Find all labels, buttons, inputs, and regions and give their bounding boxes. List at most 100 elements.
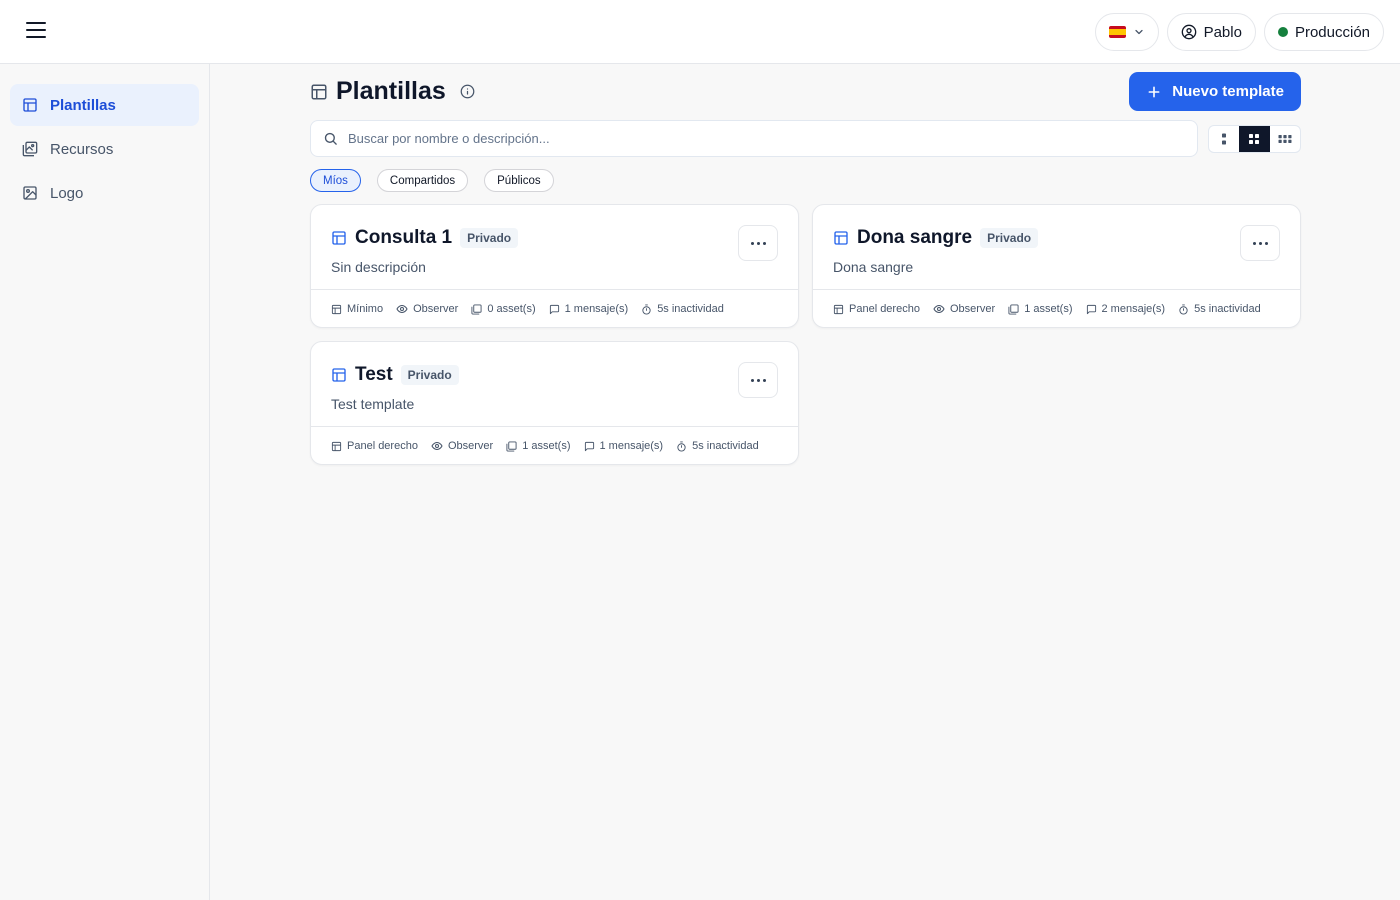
card-meta: Panel derecho Observer 1 asset(s) 2 mens… [813, 289, 1300, 328]
new-template-button[interactable]: Nuevo template [1129, 72, 1301, 111]
meta-layout: Panel derecho [833, 303, 920, 315]
meta-layout-text: Panel derecho [849, 303, 920, 315]
timer-icon [1179, 303, 1188, 315]
images-icon [506, 440, 517, 452]
images-icon [22, 141, 38, 157]
card-header: Consulta 1 Privado [331, 227, 519, 249]
new-template-label: Nuevo template [1172, 83, 1284, 100]
view-grid-3-button[interactable] [1270, 126, 1300, 152]
template-icon [23, 98, 37, 112]
main-content: Plantillas Nuevo template Míos Compartid [310, 64, 1301, 474]
sidebar-item-logo[interactable]: Logo [10, 172, 199, 214]
search-box [310, 120, 1198, 157]
filter-compartidos[interactable]: Compartidos [376, 169, 469, 192]
message-icon [1086, 304, 1096, 314]
plus-icon [1148, 86, 1160, 97]
page-header: Plantillas Nuevo template [310, 64, 1301, 120]
meta-messages: 1 mensaje(s) [549, 303, 629, 315]
eye-icon [431, 441, 443, 451]
search-row [310, 120, 1301, 158]
list-view-icon [1222, 133, 1227, 145]
card-more-button[interactable] [738, 225, 778, 261]
card-more-button[interactable] [1240, 225, 1280, 261]
meta-inactivity: 5s inactividad [641, 303, 724, 315]
meta-messages-text: 2 mensaje(s) [1101, 303, 1166, 315]
language-selector[interactable] [1094, 13, 1159, 51]
card-title: Test [355, 364, 393, 385]
meta-inactivity-text: 5s inactividad [692, 440, 759, 452]
sidebar-item-recursos[interactable]: Recursos [10, 128, 199, 170]
info-icon[interactable] [460, 84, 475, 99]
sidebar-item-label: Plantillas [50, 96, 116, 114]
meta-messages-text: 1 mensaje(s) [599, 440, 664, 452]
view-list-button[interactable] [1209, 126, 1239, 152]
template-card[interactable]: Dona sangre Privado Dona sangre Panel de… [812, 204, 1301, 328]
images-icon [471, 303, 482, 315]
meta-assets: 1 asset(s) [1008, 303, 1073, 315]
timer-icon [642, 303, 651, 315]
user-name: Pablo [1203, 23, 1242, 41]
template-card[interactable]: Consulta 1 Privado Sin descripción Mínim… [310, 204, 799, 328]
page-title-text: Plantillas [336, 77, 446, 105]
view-mode-toggle [1208, 125, 1301, 153]
meta-assets-text: 0 asset(s) [487, 303, 536, 315]
visibility-badge: Privado [980, 228, 1039, 248]
chevron-down-icon [1134, 29, 1143, 35]
spain-flag-icon [1108, 26, 1126, 38]
filter-chips: Míos Compartidos Públicos [310, 169, 1301, 192]
grid-3-view-icon [1278, 135, 1292, 143]
card-meta: Panel derecho Observer 1 asset(s) 1 mens… [311, 426, 798, 465]
filter-publicos[interactable]: Públicos [484, 169, 554, 192]
meta-inactivity-text: 5s inactividad [657, 303, 724, 315]
top-bar: Pablo Producción [0, 0, 1400, 64]
template-icon [834, 231, 848, 245]
sidebar-item-label: Recursos [50, 140, 114, 158]
meta-mode: Observer [431, 440, 493, 452]
card-header: Test Privado [331, 364, 459, 386]
templates-grid: Consulta 1 Privado Sin descripción Mínim… [310, 204, 1301, 474]
environment-label: Producción [1294, 23, 1370, 41]
environment-status-dot [1277, 27, 1288, 37]
template-icon [332, 231, 346, 245]
message-icon [549, 304, 559, 314]
card-meta: Mínimo Observer 0 asset(s) 1 mensaje(s) … [311, 289, 798, 328]
visibility-badge: Privado [460, 228, 519, 248]
card-title: Consulta 1 [355, 227, 453, 248]
meta-layout-text: Mínimo [347, 303, 384, 315]
card-description: Dona sangre [833, 259, 914, 275]
meta-assets: 1 asset(s) [506, 440, 571, 452]
meta-inactivity: 5s inactividad [676, 440, 759, 452]
top-bar-actions: Pablo Producción [1094, 13, 1384, 51]
environment-button[interactable]: Producción [1263, 13, 1384, 51]
user-circle-icon [1181, 24, 1196, 40]
sidebar: Plantillas Recursos Logo [0, 64, 210, 900]
card-header: Dona sangre Privado [833, 227, 1039, 249]
meta-inactivity-text: 5s inactividad [1194, 303, 1261, 315]
meta-mode-text: Observer [413, 303, 459, 315]
sidebar-item-plantillas[interactable]: Plantillas [10, 84, 199, 126]
timer-icon [677, 440, 686, 452]
search-input[interactable] [348, 131, 1148, 146]
layout-icon [331, 441, 342, 451]
page-title: Plantillas [310, 77, 475, 106]
filter-mios[interactable]: Míos [310, 169, 361, 192]
images-icon [1008, 303, 1019, 315]
search-icon [324, 132, 337, 145]
menu-icon[interactable] [26, 22, 46, 40]
card-description: Test template [331, 396, 415, 412]
meta-messages: 2 mensaje(s) [1086, 303, 1166, 315]
meta-assets-text: 1 asset(s) [1024, 303, 1073, 315]
meta-layout: Mínimo [331, 303, 383, 315]
eye-icon [396, 304, 408, 314]
eye-icon [933, 304, 945, 314]
message-icon [584, 441, 594, 451]
meta-assets: 0 asset(s) [471, 303, 536, 315]
template-card[interactable]: Test Privado Test template Panel derecho… [310, 341, 799, 465]
card-more-button[interactable] [738, 362, 778, 398]
meta-messages: 1 mensaje(s) [584, 440, 664, 452]
sidebar-item-label: Logo [50, 184, 84, 202]
image-icon [23, 186, 37, 200]
view-grid-2-button[interactable] [1239, 126, 1270, 152]
meta-messages-text: 1 mensaje(s) [564, 303, 629, 315]
user-menu-button[interactable]: Pablo [1166, 13, 1256, 51]
